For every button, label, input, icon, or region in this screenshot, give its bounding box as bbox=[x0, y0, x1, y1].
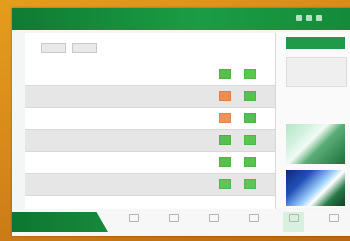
close-icon[interactable] bbox=[316, 15, 322, 21]
status-badge[interactable] bbox=[244, 157, 256, 167]
minimize-icon[interactable] bbox=[296, 15, 302, 21]
status-badge[interactable] bbox=[244, 179, 256, 189]
main-panel bbox=[25, 33, 276, 211]
row-text bbox=[49, 71, 169, 75]
nav-icon bbox=[129, 214, 139, 222]
footer-bar bbox=[12, 209, 350, 236]
status-badge[interactable] bbox=[219, 135, 231, 145]
row-text bbox=[49, 159, 169, 163]
maximize-icon[interactable] bbox=[306, 15, 312, 21]
status-badge[interactable] bbox=[219, 69, 231, 79]
status-badge[interactable] bbox=[244, 113, 256, 123]
status-badge[interactable] bbox=[219, 91, 231, 101]
list-item[interactable] bbox=[25, 130, 275, 152]
status-badge[interactable] bbox=[219, 113, 231, 123]
nav-icon bbox=[209, 214, 219, 222]
status-badge[interactable] bbox=[219, 179, 231, 189]
nav-item-4[interactable] bbox=[243, 212, 264, 232]
thumbnail-image[interactable] bbox=[286, 124, 345, 164]
thumbnail-image[interactable] bbox=[286, 170, 345, 206]
nav-item-5[interactable] bbox=[283, 212, 304, 232]
nav-item-2[interactable] bbox=[163, 212, 184, 232]
nav-icon bbox=[249, 214, 259, 222]
side-panel-title bbox=[286, 37, 345, 49]
nav-icon bbox=[289, 214, 299, 222]
nav-icon bbox=[329, 214, 339, 222]
nav-item-3[interactable] bbox=[203, 212, 224, 232]
app-screen bbox=[12, 8, 350, 236]
filter-chip-1[interactable] bbox=[41, 43, 66, 53]
list-item[interactable] bbox=[25, 86, 275, 108]
filter-chip-2[interactable] bbox=[72, 43, 97, 53]
list-item[interactable] bbox=[25, 152, 275, 174]
task-list bbox=[25, 64, 275, 196]
row-text bbox=[49, 137, 169, 141]
nav-icon bbox=[169, 214, 179, 222]
status-badge[interactable] bbox=[244, 91, 256, 101]
status-badge[interactable] bbox=[219, 157, 231, 167]
bottom-navigation bbox=[123, 212, 344, 232]
row-text bbox=[49, 181, 169, 185]
status-badge[interactable] bbox=[244, 69, 256, 79]
status-badge[interactable] bbox=[244, 135, 256, 145]
side-panel bbox=[276, 32, 350, 208]
filter-bar bbox=[41, 43, 97, 53]
row-text bbox=[49, 115, 169, 119]
list-item[interactable] bbox=[25, 108, 275, 130]
nav-item-6[interactable] bbox=[323, 212, 344, 232]
list-item[interactable] bbox=[25, 64, 275, 86]
summary-card[interactable] bbox=[286, 57, 347, 87]
top-bar bbox=[12, 8, 350, 30]
list-item[interactable] bbox=[25, 174, 275, 196]
footer-home-tab[interactable] bbox=[12, 212, 108, 232]
nav-item-1[interactable] bbox=[123, 212, 144, 232]
row-text bbox=[49, 93, 169, 97]
